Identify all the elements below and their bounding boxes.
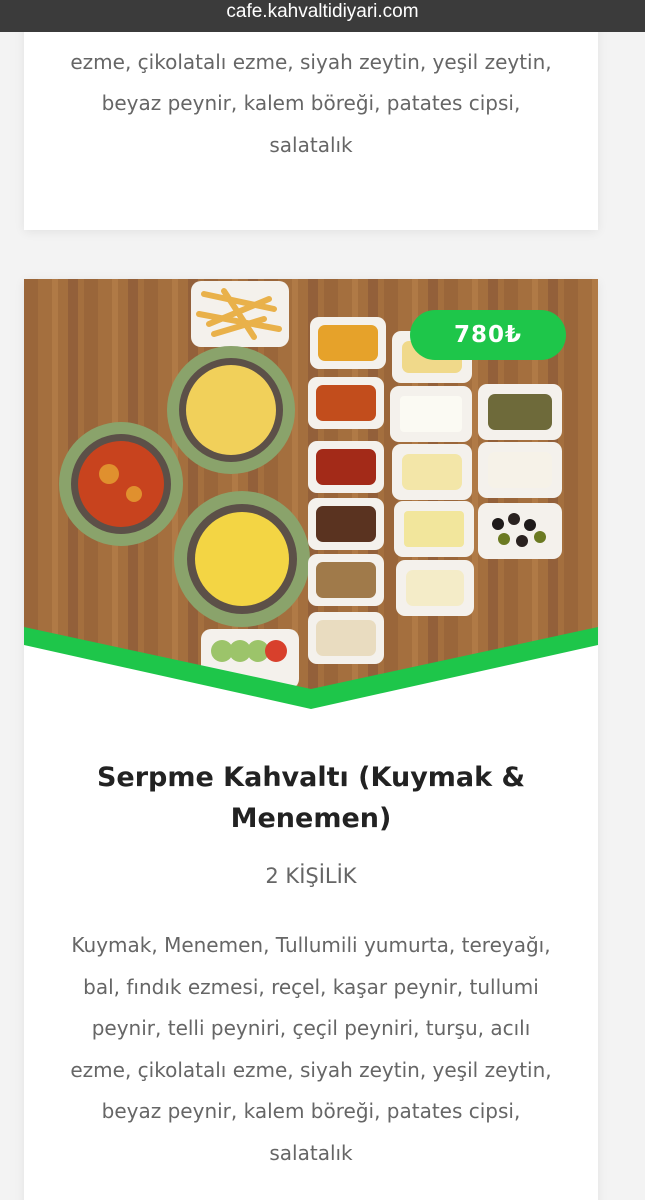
price-badge: 780₺ [410,310,566,360]
browser-url-bar[interactable]: cafe.kahvaltidiyari.com [0,0,645,32]
previous-menu-card: peynir, telli peyniri, çeçil peyniri, tu… [24,0,598,230]
menu-card[interactable]: 780₺ Serpme Kahvaltı (Kuymak & Menemen) … [24,279,598,1200]
menu-item-title: Serpme Kahvaltı (Kuymak & Menemen) [96,762,526,834]
menu-item-description: Kuymak, Menemen, Tullumili yumurta, tere… [70,933,552,1165]
url-text: cafe.kahvaltidiyari.com [226,1,419,22]
serving-size: 2 KİŞİLİK [265,864,357,888]
